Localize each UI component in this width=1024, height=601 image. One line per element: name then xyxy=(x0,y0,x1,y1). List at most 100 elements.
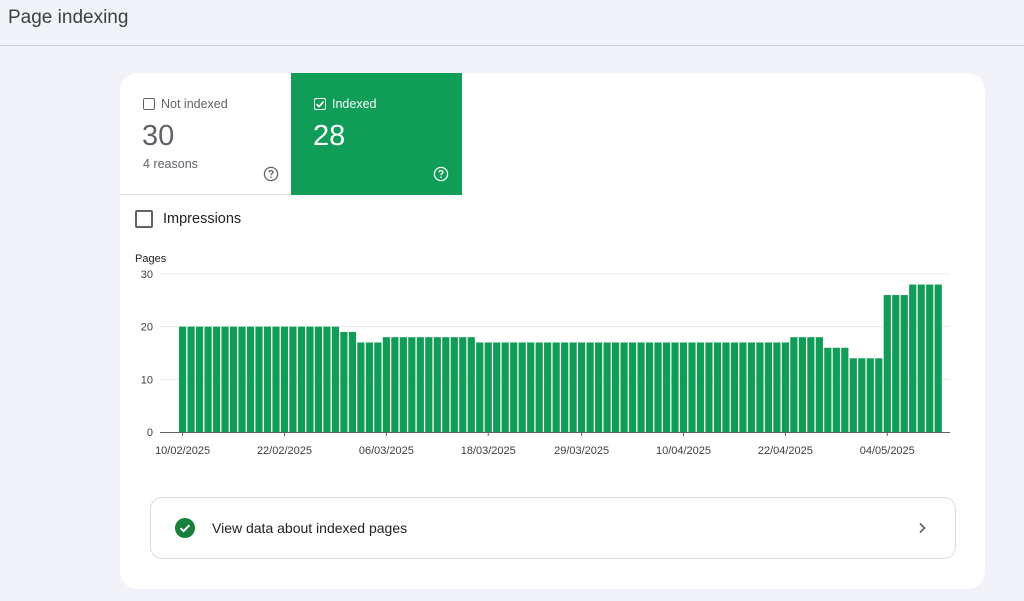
bar[interactable] xyxy=(221,326,229,432)
bar[interactable] xyxy=(569,342,577,432)
bar[interactable] xyxy=(730,342,739,432)
bar[interactable] xyxy=(552,342,560,432)
bar[interactable] xyxy=(705,342,713,432)
bar[interactable] xyxy=(858,358,866,432)
indexed-toggle[interactable]: Indexed xyxy=(314,97,376,111)
tile-indexed[interactable]: Indexed 28 xyxy=(291,73,462,195)
bar[interactable] xyxy=(467,337,475,432)
bar[interactable] xyxy=(790,337,798,432)
checkbox-checked-icon[interactable] xyxy=(314,98,326,110)
bar[interactable] xyxy=(416,337,424,432)
bar[interactable] xyxy=(510,342,518,432)
bar[interactable] xyxy=(824,347,832,432)
bar[interactable] xyxy=(739,342,747,432)
bar[interactable] xyxy=(450,337,458,432)
bar[interactable] xyxy=(518,342,526,432)
bar[interactable] xyxy=(595,342,603,432)
bar[interactable] xyxy=(713,342,722,432)
bar[interactable] xyxy=(425,337,433,432)
bar[interactable] xyxy=(611,342,620,432)
bar[interactable] xyxy=(484,342,492,432)
bar[interactable] xyxy=(459,337,467,432)
view-indexed-pages-row[interactable]: View data about indexed pages xyxy=(150,497,956,559)
bar[interactable] xyxy=(662,342,671,432)
bar[interactable] xyxy=(815,337,823,432)
bar[interactable] xyxy=(408,337,416,432)
bar[interactable] xyxy=(671,342,679,432)
not-indexed-toggle[interactable]: Not indexed xyxy=(143,97,228,111)
bar[interactable] xyxy=(501,342,509,432)
bar[interactable] xyxy=(246,326,255,432)
bar[interactable] xyxy=(263,326,272,432)
bar[interactable] xyxy=(187,326,195,432)
bar[interactable] xyxy=(204,326,212,432)
bar[interactable] xyxy=(781,342,789,432)
bar[interactable] xyxy=(306,326,314,432)
checkbox-unchecked-icon[interactable] xyxy=(135,210,153,228)
bar[interactable] xyxy=(229,326,238,432)
bar[interactable] xyxy=(756,342,764,432)
bar[interactable] xyxy=(331,326,340,432)
bar[interactable] xyxy=(544,342,552,432)
bar[interactable] xyxy=(238,326,246,432)
bar[interactable] xyxy=(849,358,857,432)
bar[interactable] xyxy=(323,326,331,432)
bar[interactable] xyxy=(841,347,849,432)
bar[interactable] xyxy=(493,342,501,432)
bar[interactable] xyxy=(442,337,450,432)
bar[interactable] xyxy=(773,342,781,432)
bar[interactable] xyxy=(892,295,900,432)
bar[interactable] xyxy=(365,342,373,432)
bar[interactable] xyxy=(348,331,356,432)
bar[interactable] xyxy=(688,342,696,432)
bar[interactable] xyxy=(679,342,688,432)
bar[interactable] xyxy=(807,337,815,432)
impressions-toggle[interactable]: Impressions xyxy=(135,210,241,228)
bar[interactable] xyxy=(340,331,348,432)
bar[interactable] xyxy=(255,326,263,432)
bar[interactable] xyxy=(391,337,399,432)
bar[interactable] xyxy=(934,284,942,432)
bar[interactable] xyxy=(603,342,611,432)
bar[interactable] xyxy=(280,326,289,432)
bar[interactable] xyxy=(900,295,908,432)
bar[interactable] xyxy=(586,342,594,432)
bar[interactable] xyxy=(179,326,187,432)
bar[interactable] xyxy=(883,295,891,432)
bar[interactable] xyxy=(527,342,535,432)
bar[interactable] xyxy=(722,342,730,432)
bar[interactable] xyxy=(866,358,874,432)
bar[interactable] xyxy=(272,326,280,432)
bar[interactable] xyxy=(297,326,306,432)
bar[interactable] xyxy=(628,342,637,432)
help-icon[interactable] xyxy=(433,166,449,182)
bar[interactable] xyxy=(399,337,407,432)
bar[interactable] xyxy=(654,342,662,432)
bar[interactable] xyxy=(909,284,917,432)
help-icon[interactable] xyxy=(263,166,279,182)
bar[interactable] xyxy=(926,284,934,432)
bar[interactable] xyxy=(578,342,586,432)
tile-not-indexed[interactable]: Not indexed 30 4 reasons xyxy=(120,73,291,195)
bar[interactable] xyxy=(314,326,323,432)
bar[interactable] xyxy=(289,326,297,432)
bar[interactable] xyxy=(917,284,925,432)
bar[interactable] xyxy=(561,342,569,432)
bar[interactable] xyxy=(382,337,390,432)
bar[interactable] xyxy=(645,342,654,432)
bar[interactable] xyxy=(433,337,441,432)
bar[interactable] xyxy=(620,342,628,432)
bar[interactable] xyxy=(764,342,773,432)
bar[interactable] xyxy=(832,347,840,432)
bar[interactable] xyxy=(875,358,883,432)
bar[interactable] xyxy=(476,342,484,432)
bar[interactable] xyxy=(747,342,756,432)
bar[interactable] xyxy=(195,326,204,432)
bar[interactable] xyxy=(357,342,365,432)
bar[interactable] xyxy=(637,342,645,432)
bar[interactable] xyxy=(696,342,705,432)
bar[interactable] xyxy=(798,337,806,432)
checkbox-unchecked-icon[interactable] xyxy=(143,98,155,110)
bar[interactable] xyxy=(374,342,382,432)
bar[interactable] xyxy=(212,326,221,432)
